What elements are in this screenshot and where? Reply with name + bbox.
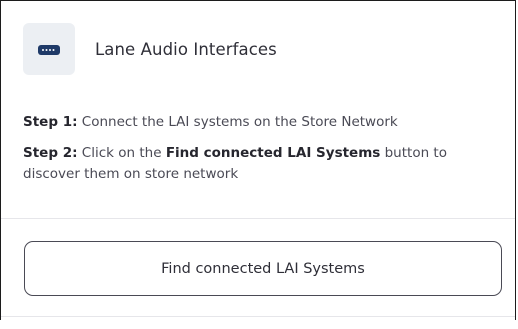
divider-top [1,218,515,219]
instructions: Step 1: Connect the LAI systems on the S… [23,112,493,185]
step-1-label: Step 1: [23,114,78,130]
divider-bottom [1,316,515,317]
step-1-text: Connect the LAI systems on the Store Net… [77,114,398,130]
audio-interface-device-icon [38,40,60,59]
step-2-label: Step 2: [23,145,78,161]
card-title: Lane Audio Interfaces [95,39,277,59]
lai-card: Lane Audio Interfaces Step 1: Connect th… [0,0,516,320]
icon-tile [23,23,75,75]
step-2-text-before: Click on the [77,145,166,161]
step-1: Step 1: Connect the LAI systems on the S… [23,112,493,133]
step-2: Step 2: Click on the Find connected LAI … [23,143,493,185]
card-header: Lane Audio Interfaces [23,23,277,75]
find-connected-lai-systems-button[interactable]: Find connected LAI Systems [24,241,502,296]
step-2-button-reference: Find connected LAI Systems [165,145,381,161]
